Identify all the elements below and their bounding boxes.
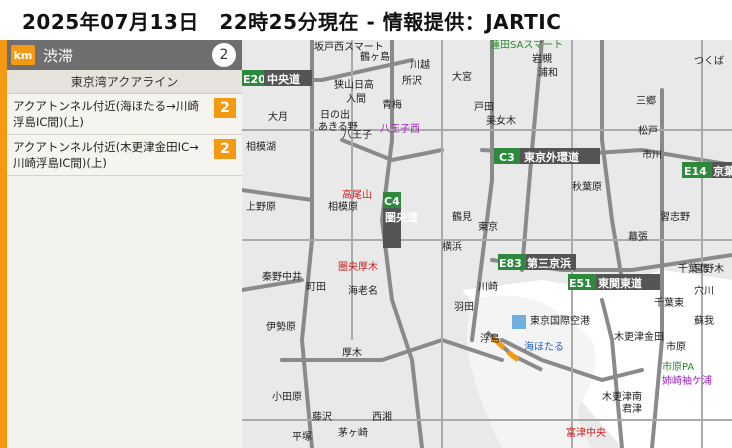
shield-e20: E20 中央道 — [242, 70, 312, 86]
map-label: 日の出 — [320, 108, 350, 121]
map-label: 所沢 — [402, 74, 422, 87]
map-label: C4 — [384, 195, 400, 208]
map-label: 松戸 — [638, 124, 658, 137]
map-label: E14 — [684, 165, 707, 178]
map-label: 海ほたる — [524, 340, 564, 353]
map-label: 東京国際空港 — [530, 314, 590, 327]
map-label: 市原 — [666, 340, 686, 353]
map-label: 木更津金田 — [614, 330, 664, 343]
map-label: 戸田 — [474, 101, 494, 113]
map-label: 圏央厚木 — [338, 260, 378, 273]
map-canvas: E20 中央道 C3 東京外環道 E14 京葉 C4 圏央道 E83 第三京浜 — [242, 40, 732, 448]
shield-c3: C3 東京外環道 — [494, 148, 600, 164]
list-item[interactable]: アクアトンネル付近(海ほたる→川崎浮島IC間)(上) 2 — [7, 94, 242, 135]
map-label: 鶴見 — [452, 210, 472, 223]
item-text: アクアトンネル付近(海ほたる→川崎浮島IC間)(上) — [13, 99, 199, 129]
map-label: 蓮田SAスマート — [490, 40, 563, 51]
map-label: 三郷 — [636, 95, 656, 107]
map-label: 圏央道 — [385, 210, 418, 224]
map-label: 狭山日高 — [334, 78, 374, 91]
shield-e51: E51 東関東道 — [568, 274, 660, 290]
map-label: 町田 — [306, 282, 326, 293]
shield-e14: E14 京葉 — [682, 162, 732, 178]
map-label: 海老名 — [348, 284, 378, 297]
map-label: 伊勢原 — [266, 320, 296, 333]
map-label: 木更津南 — [602, 390, 642, 403]
map-label: 東京外環道 — [524, 150, 579, 164]
map-label: 宮野木 — [694, 262, 724, 275]
panel-title: 渋滞 — [43, 46, 74, 65]
map-label: 藤沢 — [312, 410, 332, 423]
panel-header: km 渋滞 2 — [7, 40, 242, 70]
map-label: 秋葉原 — [572, 180, 602, 193]
map-label: E51 — [569, 277, 592, 290]
page-title: 2025年07月13日 22時25分現在 - 情報提供：JARTIC — [22, 10, 562, 34]
map-label: 平塚 — [292, 431, 312, 443]
map-label: 第三京浜 — [527, 256, 571, 270]
map-label: 姉崎袖ケ浦 — [662, 374, 712, 387]
km-unit-icon: km — [11, 45, 35, 65]
map-label: 小田原 — [272, 391, 302, 403]
map-label: 秦野中井 — [262, 270, 302, 283]
map-label: 上野原 — [246, 201, 276, 213]
map-label: 美女木 — [486, 114, 516, 127]
map-label: 君津 — [622, 403, 642, 415]
map-label: 八王子 — [342, 129, 372, 141]
map-label: 千葉東 — [654, 296, 684, 309]
map-label: 市原PA — [662, 360, 694, 373]
map-label: 高尾山 — [342, 188, 372, 201]
map-label: 習志野 — [660, 210, 690, 223]
map-label: 羽田 — [454, 301, 474, 313]
map-label: 岩槻 — [532, 52, 552, 65]
map-label: 相模原 — [328, 200, 358, 213]
map-label: 川越 — [410, 58, 430, 71]
traffic-map[interactable]: E20 中央道 C3 東京外環道 E14 京葉 C4 圏央道 E83 第三京浜 — [242, 40, 732, 448]
item-text: アクアトンネル付近(木更津金田IC→川崎浮島IC間)(上) — [13, 140, 199, 170]
map-label: 横浜 — [442, 240, 462, 253]
map-label: E83 — [499, 257, 522, 270]
map-label: 西湘 — [372, 410, 392, 423]
length-badge: 2 — [214, 98, 236, 118]
jam-count-badge: 2 — [212, 43, 236, 67]
map-label: つくば — [694, 55, 724, 67]
list-item[interactable]: アクアトンネル付近(木更津金田IC→川崎浮島IC間)(上) 2 — [7, 135, 242, 176]
map-label: 京葉 — [713, 164, 732, 178]
map-label: 大月 — [268, 110, 288, 123]
map-label: 中央道 — [267, 72, 300, 86]
map-label: 青梅 — [382, 98, 402, 111]
route-name[interactable]: 東京湾アクアライン — [7, 70, 242, 94]
map-label: E20 — [243, 73, 266, 86]
map-label: 茅ヶ崎 — [338, 426, 368, 439]
map-label: 入間 — [346, 93, 366, 105]
map-label: 市川 — [642, 148, 662, 161]
map-label: 相模湖 — [246, 140, 276, 153]
map-label: 東関東道 — [598, 276, 642, 290]
map-label: 幕張 — [628, 230, 648, 243]
map-label: 浮島 — [480, 332, 500, 345]
map-label: 厚木 — [342, 347, 362, 359]
length-badge: 2 — [214, 139, 236, 159]
map-label: 大宮 — [452, 70, 472, 83]
map-label: 浦和 — [538, 66, 558, 79]
airport-icon — [512, 315, 526, 329]
map-label: C3 — [499, 151, 515, 164]
shield-e83: E83 第三京浜 — [498, 254, 576, 270]
map-label: 蘇我 — [694, 314, 714, 327]
map-label: 東京 — [478, 220, 498, 233]
map-label: 富津中央 — [566, 426, 606, 439]
map-label: 穴川 — [694, 284, 714, 297]
traffic-panel: km 渋滞 2 東京湾アクアライン アクアトンネル付近(海ほたる→川崎浮島IC間… — [0, 40, 242, 448]
map-label: 八王子西 — [380, 123, 420, 135]
map-label: 川崎 — [478, 280, 498, 293]
map-label: 鶴ヶ島 — [360, 50, 390, 63]
page-header: 2025年07月13日 22時25分現在 - 情報提供：JARTIC — [0, 0, 732, 40]
